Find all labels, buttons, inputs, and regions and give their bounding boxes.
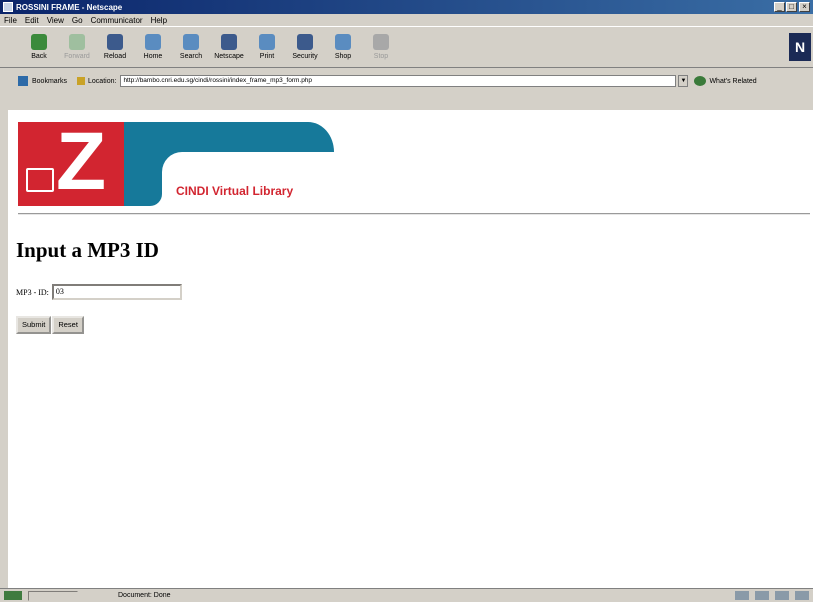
menu-view[interactable]: View: [47, 16, 64, 25]
window-title: ROSSINI FRAME - Netscape: [16, 2, 123, 12]
library-name: CINDI Virtual Library: [176, 184, 294, 198]
home-button[interactable]: Home: [134, 34, 172, 60]
security-button[interactable]: Security: [286, 34, 324, 60]
book-icon: [26, 168, 54, 192]
search-icon: [183, 34, 199, 50]
mp3-id-form-row: MP3 - ID: 03: [16, 284, 182, 300]
library-banner: Z CINDI Virtual Library: [18, 116, 338, 222]
composer-icon[interactable]: [775, 591, 789, 600]
divider: [18, 213, 810, 215]
url-field[interactable]: http://bambo.cnri.edu.sg/cindi/rossini/i…: [120, 75, 677, 87]
menu-file[interactable]: File: [4, 16, 17, 25]
back-arrow-icon: [31, 34, 47, 50]
logo-teal-stem: [124, 122, 162, 206]
shop-icon: [335, 34, 351, 50]
whats-related-button[interactable]: What's Related: [709, 78, 756, 85]
menu-bar: File Edit View Go Communicator Help: [0, 14, 813, 26]
status-bar: Document: Done: [0, 588, 813, 602]
print-icon: [259, 34, 275, 50]
reload-button[interactable]: Reload: [96, 34, 134, 60]
location-toolbar: Bookmarks Location: http://bambo.cnri.ed…: [0, 68, 813, 94]
reload-icon: [107, 34, 123, 50]
netscape-logo-icon[interactable]: N: [789, 33, 811, 61]
window-title-bar[interactable]: ROSSINI FRAME - Netscape _ □ ×: [0, 0, 813, 14]
stop-button[interactable]: Stop: [362, 34, 400, 60]
home-icon: [145, 34, 161, 50]
reset-button[interactable]: Reset: [52, 316, 84, 334]
navigator-icon[interactable]: [735, 591, 749, 600]
security-icon: [297, 34, 313, 50]
menu-communicator[interactable]: Communicator: [91, 16, 143, 25]
forward-arrow-icon: [69, 34, 85, 50]
shop-button[interactable]: Shop: [324, 34, 362, 60]
forward-button[interactable]: Forward: [58, 34, 96, 60]
status-text: Document: Done: [118, 592, 171, 599]
form-buttons: Submit Reset: [16, 316, 85, 334]
submit-button[interactable]: Submit: [16, 316, 52, 334]
bookmarks-button[interactable]: Bookmarks: [32, 78, 67, 85]
mail-icon[interactable]: [755, 591, 769, 600]
logo-letter: Z: [56, 116, 107, 207]
netscape-button[interactable]: Netscape: [210, 34, 248, 60]
mp3-id-input[interactable]: 03: [51, 284, 182, 300]
netscape-icon: [221, 34, 237, 50]
minimize-button[interactable]: _: [774, 2, 785, 12]
whats-related-icon: [694, 76, 707, 86]
window-edge: [0, 110, 8, 588]
logo-teal-curve: [162, 152, 182, 172]
url-history-dropdown[interactable]: ▼: [678, 75, 689, 87]
page-proxy-icon[interactable]: [77, 77, 86, 85]
maximize-button[interactable]: □: [786, 2, 797, 12]
bookmarks-icon: [18, 76, 28, 86]
security-lock-icon[interactable]: [4, 591, 22, 600]
progress-panel: [28, 590, 78, 601]
netscape-window-icon: [3, 2, 13, 12]
search-button[interactable]: Search: [172, 34, 210, 60]
page-content: Z CINDI Virtual Library Input a MP3 ID M…: [8, 110, 813, 588]
print-button[interactable]: Print: [248, 34, 286, 60]
addressbook-icon[interactable]: [795, 591, 809, 600]
location-label: Location:: [88, 77, 117, 85]
component-bar: [729, 591, 809, 600]
menu-help[interactable]: Help: [151, 16, 167, 25]
back-button[interactable]: Back: [20, 34, 58, 60]
menu-go[interactable]: Go: [72, 16, 83, 25]
mp3-id-label: MP3 - ID:: [16, 287, 49, 297]
close-button[interactable]: ×: [799, 2, 810, 12]
navigation-toolbar: Back Forward Reload Home Search Netscape…: [0, 26, 813, 68]
page-title: Input a MP3 ID: [16, 238, 159, 262]
menu-edit[interactable]: Edit: [25, 16, 39, 25]
stop-icon: [373, 34, 389, 50]
